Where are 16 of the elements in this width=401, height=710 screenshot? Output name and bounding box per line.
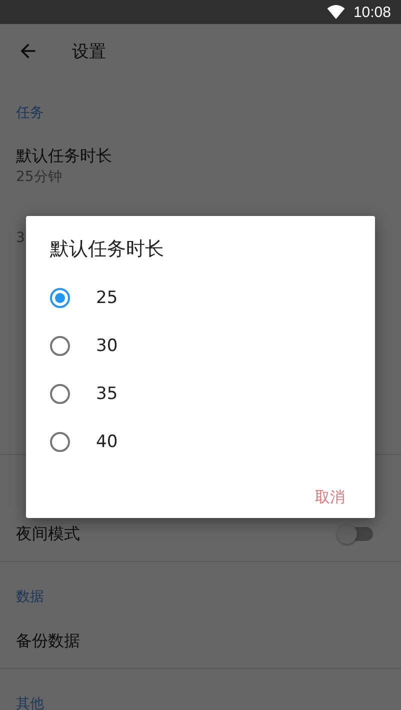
radio-option[interactable]: 30 [50, 322, 351, 370]
radio-option[interactable]: 25 [50, 274, 351, 322]
night-mode-switch[interactable] [337, 524, 373, 544]
wifi-icon [327, 5, 346, 19]
section-header: 数据 [16, 589, 44, 605]
radio-button[interactable] [50, 288, 70, 308]
radio-option[interactable]: 35 [50, 370, 351, 418]
radio-button[interactable] [50, 432, 70, 452]
radio-button[interactable] [50, 384, 70, 404]
page-title: 设置 [72, 40, 106, 62]
dialog-title: 默认任务时长 [50, 237, 165, 262]
section-header: 任务 [16, 105, 44, 121]
status-time: 10:08 [353, 4, 391, 20]
section-header: 其他 [16, 696, 44, 710]
radio-button[interactable] [50, 336, 70, 356]
radio-option[interactable]: 40 [50, 418, 351, 466]
